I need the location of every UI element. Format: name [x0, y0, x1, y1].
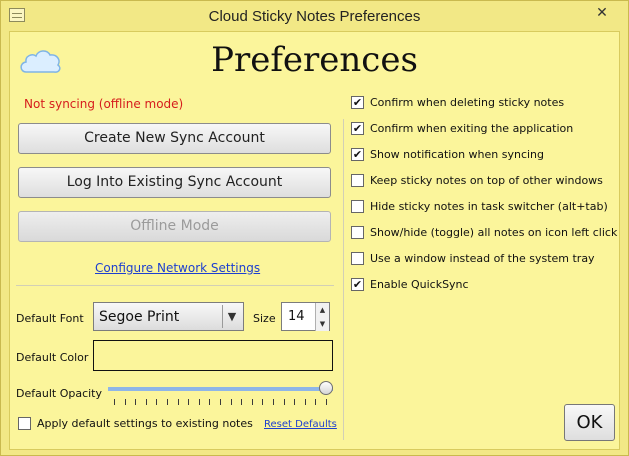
option-label: Show notification when syncing	[370, 148, 545, 161]
option-label: Confirm when deleting sticky notes	[370, 96, 565, 109]
option-checkbox[interactable]	[351, 200, 364, 213]
slider-thumb[interactable]	[319, 381, 333, 395]
option-checkbox[interactable]	[351, 174, 364, 187]
slider-ticks	[114, 399, 327, 405]
offline-mode-button[interactable]: Offline Mode	[18, 211, 331, 242]
chevron-down-icon[interactable]: ▼	[222, 305, 241, 328]
close-button[interactable]: ✕	[582, 3, 622, 23]
page-title: Preferences	[211, 40, 418, 80]
opacity-slider[interactable]	[108, 381, 333, 407]
divider	[16, 285, 334, 286]
preferences-window: Cloud Sticky Notes Preferences ✕ Prefere…	[0, 0, 629, 456]
default-font-select[interactable]: Segoe Print ▼	[93, 302, 244, 331]
option-checkbox[interactable]: ✔	[351, 148, 364, 161]
default-font-label: Default Font	[16, 312, 84, 325]
divider	[343, 119, 344, 440]
default-color-swatch[interactable]	[93, 340, 333, 371]
option-label: Keep sticky notes on top of other window…	[370, 174, 603, 187]
window-title: Cloud Sticky Notes Preferences	[208, 8, 421, 25]
create-sync-account-button[interactable]: Create New Sync Account	[18, 123, 331, 154]
configure-network-settings-link[interactable]: Configure Network Settings	[95, 261, 260, 275]
slider-fill	[108, 387, 333, 391]
font-size-stepper[interactable]: 14 ▲ ▼	[281, 302, 330, 331]
option-label: Enable QuickSync	[370, 278, 469, 291]
option-checkbox[interactable]	[351, 226, 364, 239]
sync-status: Not syncing (offline mode)	[24, 97, 184, 111]
font-size-value: 14	[288, 309, 305, 324]
default-opacity-label: Default Opacity	[16, 387, 102, 400]
apply-defaults-label: Apply default settings to existing notes	[37, 417, 253, 430]
arrow-up-icon[interactable]: ▲	[315, 303, 329, 318]
option-label: Confirm when exiting the application	[370, 122, 574, 135]
reset-defaults-link[interactable]: Reset Defaults	[264, 419, 337, 430]
option-label: Hide sticky notes in task switcher (alt+…	[370, 200, 608, 213]
option-checkbox[interactable]	[351, 252, 364, 265]
size-label: Size	[253, 312, 276, 325]
ok-button[interactable]: OK	[564, 404, 615, 441]
option-label: Show/hide (toggle) all notes on icon lef…	[370, 226, 618, 239]
title-bar: Cloud Sticky Notes Preferences ✕	[1, 1, 628, 31]
option-label: Use a window instead of the system tray	[370, 252, 595, 265]
login-sync-account-button[interactable]: Log Into Existing Sync Account	[18, 167, 331, 198]
default-color-label: Default Color	[16, 351, 89, 364]
content-area: Preferences Not syncing (offline mode) C…	[9, 31, 620, 450]
option-checkbox[interactable]: ✔	[351, 122, 364, 135]
arrow-down-icon[interactable]: ▼	[315, 317, 329, 331]
option-checkbox[interactable]: ✔	[351, 278, 364, 291]
option-checkbox[interactable]: ✔	[351, 96, 364, 109]
font-value: Segoe Print	[99, 309, 180, 325]
apply-defaults-checkbox[interactable]	[18, 417, 31, 430]
